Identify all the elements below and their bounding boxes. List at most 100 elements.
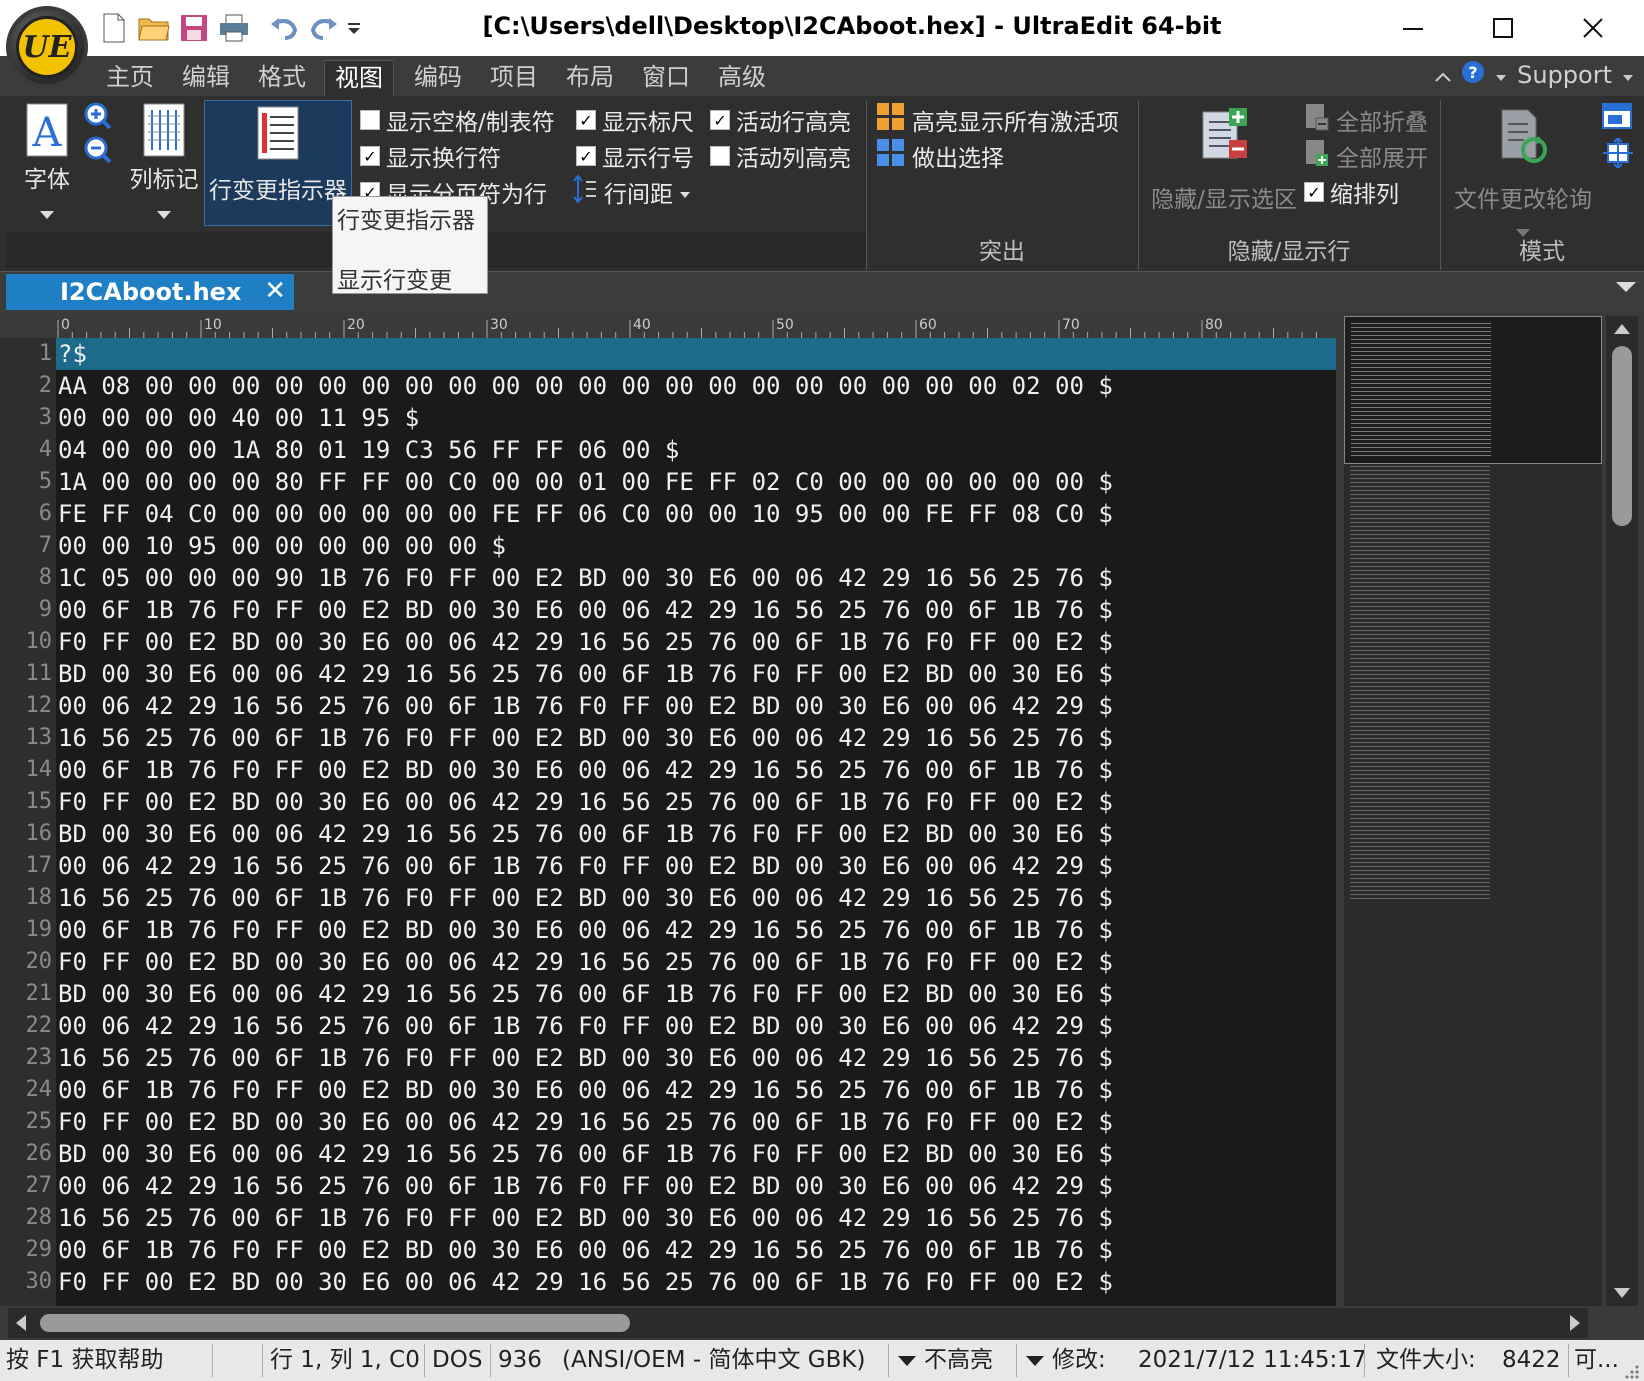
scroll-left-arrow-icon[interactable] — [16, 1315, 26, 1331]
vertical-scrollbar[interactable] — [1606, 316, 1638, 1306]
expand-all-button[interactable]: 全部展开 — [1304, 140, 1428, 172]
make-selection-button[interactable]: 做出选择 — [876, 139, 1004, 172]
scroll-right-arrow-icon[interactable] — [1570, 1315, 1580, 1331]
code-line[interactable]: 00 6F 1B 76 F0 FF 00 E2 BD 00 30 E6 00 0… — [56, 594, 1113, 626]
indent-columns-checkbox[interactable]: ✓ 缩排列 — [1304, 176, 1399, 208]
status-encoding[interactable]: (ANSI/OEM - 简体中文 GBK) — [562, 1340, 865, 1381]
zoom-out-icon[interactable] — [84, 136, 112, 168]
tab-home[interactable]: 主页 — [96, 60, 164, 96]
code-line[interactable]: 00 06 42 29 16 56 25 76 00 6F 1B 76 F0 F… — [56, 850, 1113, 882]
code-line[interactable]: ?$ — [56, 338, 1336, 370]
status-line-ending[interactable]: DOS — [432, 1340, 482, 1381]
support-menu[interactable]: Support — [1517, 61, 1612, 89]
line-number: 5 — [38, 469, 52, 494]
line-number: 28 — [25, 1205, 53, 1230]
code-line[interactable]: 00 06 42 29 16 56 25 76 00 6F 1B 76 F0 F… — [56, 1170, 1113, 1202]
collapse-all-button[interactable]: 全部折叠 — [1304, 104, 1428, 136]
support-chevron-icon[interactable] — [1622, 61, 1634, 89]
code-line[interactable]: F0 FF 00 E2 BD 00 30 E6 00 06 42 29 16 5… — [56, 626, 1113, 658]
status-cursor-position[interactable]: 行 1, 列 1, C0 — [270, 1340, 420, 1381]
column-markers-button[interactable]: 列标记 — [124, 102, 204, 226]
active-line-highlight-checkbox[interactable]: ✓ 活动行高亮 — [710, 104, 851, 136]
line-change-indicator-button[interactable]: 行变更指示器 — [204, 100, 352, 226]
line-number: 10 — [25, 629, 53, 654]
window-layout-icon[interactable] — [1602, 102, 1634, 136]
zoom-in-icon[interactable] — [84, 102, 112, 134]
code-line[interactable]: 16 56 25 76 00 6F 1B 76 F0 FF 00 E2 BD 0… — [56, 882, 1113, 914]
tab-layout[interactable]: 布局 — [556, 60, 624, 96]
support-dropdown-arrow-icon[interactable] — [1495, 61, 1507, 89]
maximize-button[interactable] — [1480, 6, 1526, 50]
code-line[interactable]: F0 FF 00 E2 BD 00 30 E6 00 06 42 29 16 5… — [56, 786, 1113, 818]
vertical-scroll-thumb[interactable] — [1612, 346, 1632, 526]
status-mode[interactable]: 可... — [1574, 1340, 1622, 1381]
scroll-up-arrow-icon[interactable] — [1614, 324, 1630, 334]
code-line[interactable]: 00 6F 1B 76 F0 FF 00 E2 BD 00 30 E6 00 0… — [56, 754, 1113, 786]
highlight-all-active-button[interactable]: 高亮显示所有激活项 — [876, 103, 1119, 136]
horizontal-scrollbar[interactable] — [8, 1308, 1588, 1338]
hide-show-selection-button[interactable]: 隐藏/显示选区 — [1144, 102, 1304, 214]
code-line[interactable]: 1C 05 00 00 00 90 1B 76 F0 FF 00 E2 BD 0… — [56, 562, 1113, 594]
show-line-numbers-checkbox[interactable]: ✓ 显示行号 — [576, 140, 694, 172]
close-window-button[interactable] — [1570, 6, 1616, 50]
file-change-poll-button[interactable]: 文件更改轮询 — [1448, 102, 1598, 244]
tab-encoding[interactable]: 编码 — [404, 60, 472, 96]
code-line[interactable]: 16 56 25 76 00 6F 1B 76 F0 FF 00 E2 BD 0… — [56, 1202, 1113, 1234]
document-tab[interactable]: I2CAboot.hex ✕ — [6, 274, 294, 310]
code-line[interactable]: F0 FF 00 E2 BD 00 30 E6 00 06 42 29 16 5… — [56, 946, 1113, 978]
code-line[interactable]: 00 06 42 29 16 56 25 76 00 6F 1B 76 F0 F… — [56, 690, 1113, 722]
resize-grip-icon[interactable] — [1624, 1360, 1640, 1381]
status-highlight-dropdown[interactable]: 不高亮 — [898, 1340, 993, 1381]
show-line-breaks-checkbox[interactable]: ✓ 显示换行符 — [360, 140, 501, 172]
code-line[interactable]: BD 00 30 E6 00 06 42 29 16 56 25 76 00 6… — [56, 658, 1113, 690]
status-modified[interactable]: 修改: — [1026, 1340, 1106, 1381]
code-line[interactable]: BD 00 30 E6 00 06 42 29 16 56 25 76 00 6… — [56, 1138, 1113, 1170]
line-number: 11 — [25, 661, 53, 686]
status-codepage[interactable]: 936 — [498, 1340, 542, 1381]
line-number: 26 — [25, 1141, 53, 1166]
file-change-poll-label: 文件更改轮询 — [1454, 187, 1592, 213]
font-button[interactable]: A 字体 — [16, 102, 78, 226]
code-line[interactable]: BD 00 30 E6 00 06 42 29 16 56 25 76 00 6… — [56, 978, 1113, 1010]
move-window-icon[interactable] — [1602, 136, 1634, 172]
code-line[interactable]: F0 FF 00 E2 BD 00 30 E6 00 06 42 29 16 5… — [56, 1106, 1113, 1138]
ruler-label: 80 — [1205, 317, 1223, 333]
horizontal-scroll-thumb[interactable] — [40, 1314, 630, 1332]
tab-view[interactable]: 视图 — [324, 60, 394, 96]
code-line[interactable]: 1A 00 00 00 00 80 FF FF 00 C0 00 00 01 0… — [56, 466, 1113, 498]
scroll-down-arrow-icon[interactable] — [1614, 1288, 1630, 1298]
code-line[interactable]: 16 56 25 76 00 6F 1B 76 F0 FF 00 E2 BD 0… — [56, 1042, 1113, 1074]
tab-project[interactable]: 项目 — [480, 60, 548, 96]
tab-edit[interactable]: 编辑 — [172, 60, 240, 96]
active-column-highlight-checkbox[interactable]: 活动列高亮 — [710, 140, 851, 172]
code-line[interactable]: 00 6F 1B 76 F0 FF 00 E2 BD 00 30 E6 00 0… — [56, 1234, 1113, 1266]
code-line[interactable]: BD 00 30 E6 00 06 42 29 16 56 25 76 00 6… — [56, 818, 1113, 850]
code-line[interactable]: FE FF 04 C0 00 00 00 00 00 00 FE FF 06 C… — [56, 498, 1113, 530]
help-icon[interactable]: ? — [1461, 60, 1485, 90]
close-tab-icon[interactable]: ✕ — [264, 276, 286, 306]
show-ruler-checkbox[interactable]: ✓ 显示标尺 — [576, 104, 694, 136]
code-line[interactable]: F0 FF 00 E2 BD 00 30 E6 00 06 42 29 16 5… — [56, 1266, 1113, 1298]
code-line[interactable]: 04 00 00 00 1A 80 01 19 C3 56 FF FF 06 0… — [56, 434, 679, 466]
tab-list-dropdown-icon[interactable] — [1616, 282, 1636, 292]
tab-window[interactable]: 窗口 — [632, 60, 700, 96]
code-line[interactable]: 00 6F 1B 76 F0 FF 00 E2 BD 00 30 E6 00 0… — [56, 914, 1113, 946]
tooltip-description: 显示行变更 — [337, 268, 452, 294]
line-spacing-dropdown[interactable]: 行间距 — [572, 174, 691, 208]
tab-format[interactable]: 格式 — [248, 60, 316, 96]
code-line[interactable]: AA 08 00 00 00 00 00 00 00 00 00 00 00 0… — [56, 370, 1113, 402]
code-line[interactable]: 00 00 00 00 40 00 11 95 $ — [56, 402, 419, 434]
svg-text:A: A — [32, 110, 63, 156]
code-view[interactable]: ?$ AA 08 00 00 00 00 00 00 00 00 00 00 00… — [56, 338, 1336, 1306]
app-logo[interactable]: UE — [6, 6, 88, 88]
code-line[interactable]: 00 00 10 95 00 00 00 00 00 00 $ — [56, 530, 506, 562]
code-line[interactable]: 16 56 25 76 00 6F 1B 76 F0 FF 00 E2 BD 0… — [56, 722, 1113, 754]
minimap[interactable] — [1344, 316, 1602, 1306]
show-spaces-tabs-checkbox[interactable]: 显示空格/制表符 — [360, 104, 555, 136]
minimap-viewport[interactable] — [1344, 316, 1602, 464]
code-line[interactable]: 00 06 42 29 16 56 25 76 00 6F 1B 76 F0 F… — [56, 1010, 1113, 1042]
code-line[interactable]: 00 6F 1B 76 F0 FF 00 E2 BD 00 30 E6 00 0… — [56, 1074, 1113, 1106]
tab-advanced[interactable]: 高级 — [708, 60, 776, 96]
minimize-button[interactable] — [1390, 6, 1436, 50]
collapse-ribbon-chevron-icon[interactable] — [1435, 61, 1451, 89]
